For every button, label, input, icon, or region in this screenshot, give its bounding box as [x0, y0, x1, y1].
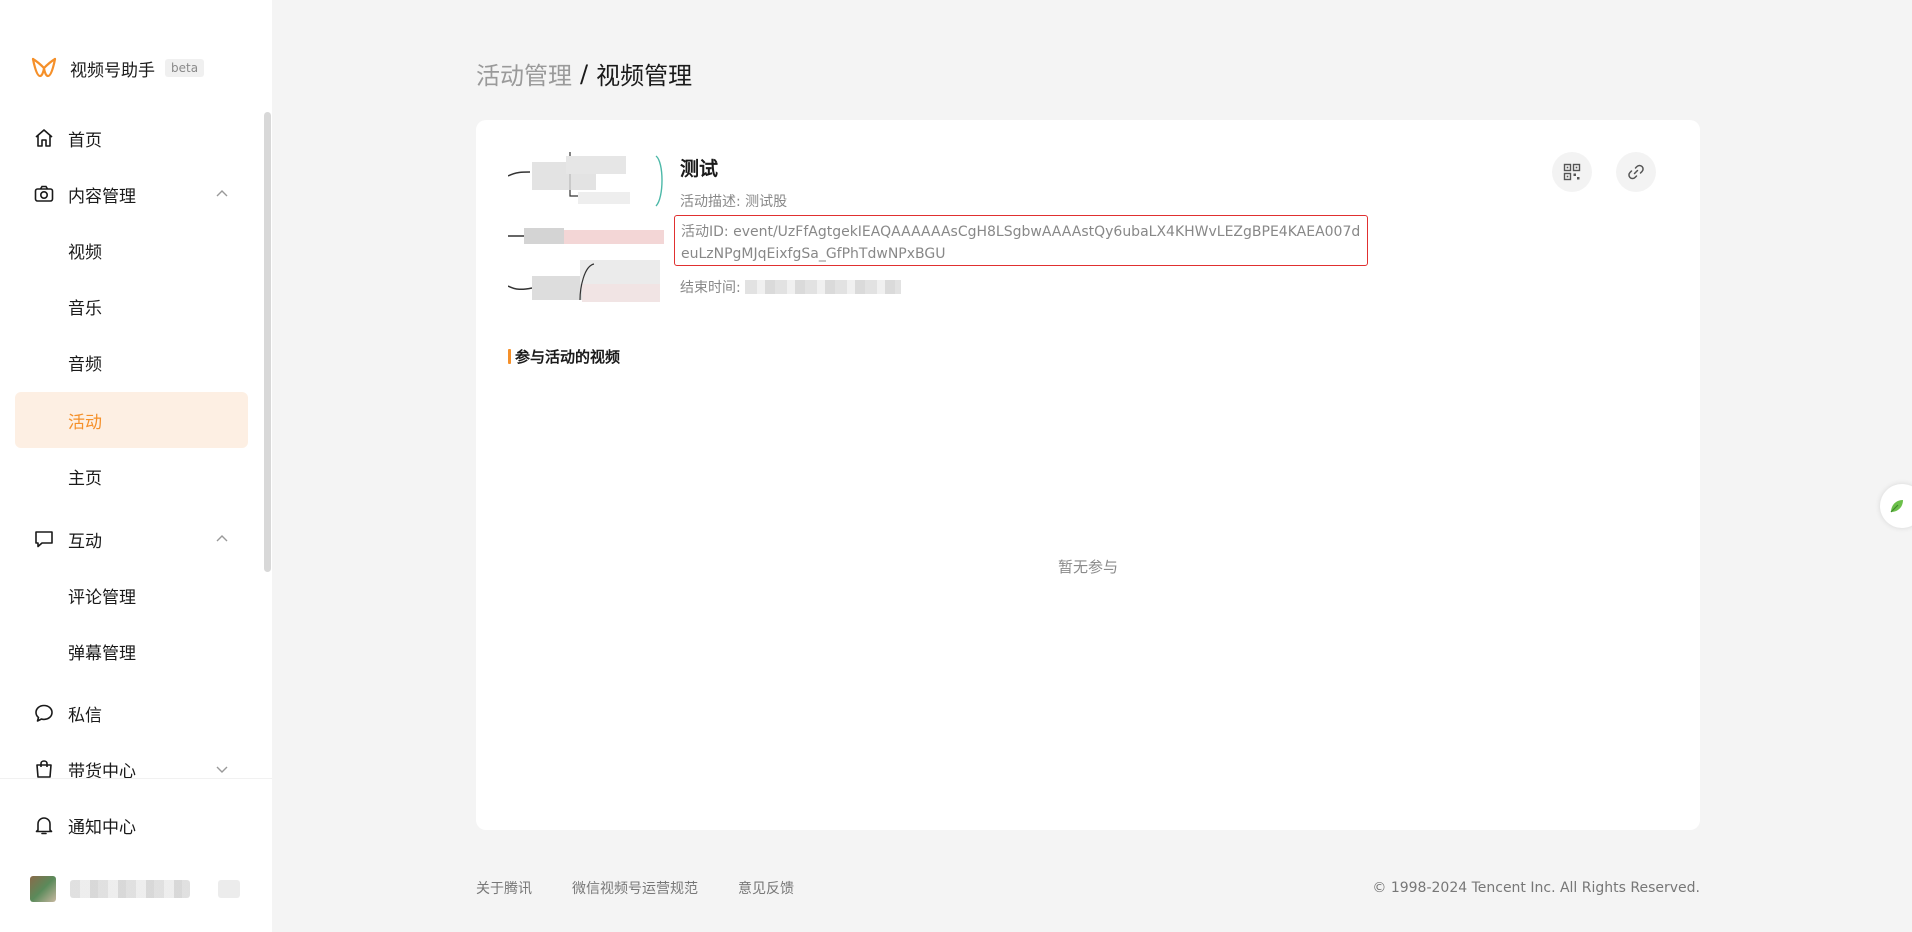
bell-icon [35, 817, 53, 835]
empty-state-text: 暂无参与 [1057, 558, 1118, 576]
beta-badge: beta [165, 59, 205, 77]
message-icon [35, 704, 53, 722]
chevron-up-icon [216, 190, 228, 197]
brand[interactable]: 视频号助手 beta [30, 54, 205, 82]
sidebar-item-interaction[interactable]: 互动 [15, 511, 248, 567]
sidebar-item-danmaku[interactable]: 弹幕管理 [15, 623, 248, 679]
sidebar-scrollbar[interactable] [264, 112, 271, 572]
footer: 关于腾讯 微信视频号运营规范 意见反馈 © 1998-2024 Tencent … [476, 878, 1700, 898]
section-title-text: 参与活动的视频 [515, 348, 621, 366]
breadcrumb-separator: / [580, 59, 589, 88]
sidebar-item-label: 音频 [68, 354, 102, 375]
sidebar-item-comments[interactable]: 评论管理 [15, 567, 248, 623]
bag-icon [36, 760, 52, 778]
home-icon [35, 129, 53, 147]
sidebar-item-label: 音乐 [68, 298, 102, 319]
link-icon [1628, 164, 1644, 180]
sidebar-item-commerce[interactable]: 带货中心 [15, 741, 248, 778]
activity-cover-image [508, 150, 668, 310]
brand-name: 视频号助手 [70, 60, 155, 81]
footer-link-feedback[interactable]: 意见反馈 [738, 878, 794, 898]
sidebar-bottom: 通知中心 [0, 778, 272, 932]
sidebar-item-home[interactable]: 首页 [15, 110, 248, 166]
section-accent-bar [508, 349, 511, 364]
sidebar-item-label: 弹幕管理 [68, 643, 136, 664]
participating-videos-heading: 参与活动的视频 [508, 346, 620, 367]
copyright: © 1998-2024 Tencent Inc. All Rights Rese… [1372, 880, 1700, 896]
sidebar-item-notifications[interactable]: 通知中心 [15, 797, 248, 853]
chevron-up-icon [216, 535, 228, 542]
breadcrumb: 活动管理 / 视频管理 [476, 56, 692, 91]
user-extra-redacted [218, 880, 240, 898]
leaf-icon [1890, 500, 1903, 513]
activity-id: 活动ID: event/UzFfAgtgekIEAQAAAAAAsCgH8LSg… [674, 215, 1368, 266]
activity-card: 测试 活动描述: 测试股 活动ID: event/UzFfAgtgekIEAQA… [476, 120, 1700, 830]
sidebar-item-label: 首页 [68, 130, 102, 151]
activity-description: 活动描述: 测试股 [680, 194, 788, 210]
end-time-label: 结束时间: [680, 280, 741, 296]
sidebar-item-label: 带货中心 [68, 761, 136, 779]
sidebar-item-label: 主页 [68, 468, 102, 489]
sidebar-item-label: 视频 [68, 242, 102, 263]
qr-code-icon [1563, 163, 1581, 181]
channels-logo-icon [31, 57, 57, 78]
sidebar: 视频号助手 beta 首页 内容管理 视频 音乐 音频 活动 主页 互动 评论管… [0, 0, 272, 932]
sidebar-item-music[interactable]: 音乐 [15, 278, 248, 334]
nav-menu: 首页 内容管理 视频 音乐 音频 活动 主页 互动 评论管理 弹幕管理 私信 带… [0, 110, 272, 778]
sidebar-item-profile[interactable]: 主页 [15, 448, 248, 504]
user-name-redacted [70, 880, 190, 898]
avatar [30, 876, 56, 902]
sidebar-item-video[interactable]: 视频 [15, 222, 248, 278]
sidebar-item-label: 活动 [68, 412, 102, 433]
chevron-down-icon [216, 766, 228, 773]
floating-assistant-button[interactable] [1880, 484, 1912, 528]
footer-link-about-tencent[interactable]: 关于腾讯 [476, 878, 532, 898]
sidebar-item-activity[interactable]: 活动 [15, 392, 248, 448]
page-title: 视频管理 [596, 62, 693, 90]
sidebar-item-audio[interactable]: 音频 [15, 334, 248, 390]
qr-code-button[interactable] [1552, 152, 1592, 192]
activity-title: 测试 [680, 158, 719, 180]
sidebar-item-content-management[interactable]: 内容管理 [15, 166, 248, 222]
end-time-value-redacted [744, 280, 901, 294]
user-account[interactable] [30, 875, 240, 903]
camera-icon [34, 185, 54, 202]
sidebar-item-label: 内容管理 [68, 186, 136, 207]
sidebar-item-label: 通知中心 [68, 817, 136, 838]
sidebar-item-label: 私信 [68, 705, 102, 726]
sidebar-item-label: 评论管理 [68, 587, 136, 608]
activity-end-time: 结束时间: [680, 277, 901, 297]
footer-link-operation-rules[interactable]: 微信视频号运营规范 [572, 878, 698, 898]
copy-link-button[interactable] [1616, 152, 1656, 192]
comment-icon [35, 531, 53, 548]
sidebar-item-private-message[interactable]: 私信 [15, 685, 248, 741]
breadcrumb-parent[interactable]: 活动管理 [476, 56, 572, 91]
sidebar-item-label: 互动 [68, 531, 102, 552]
